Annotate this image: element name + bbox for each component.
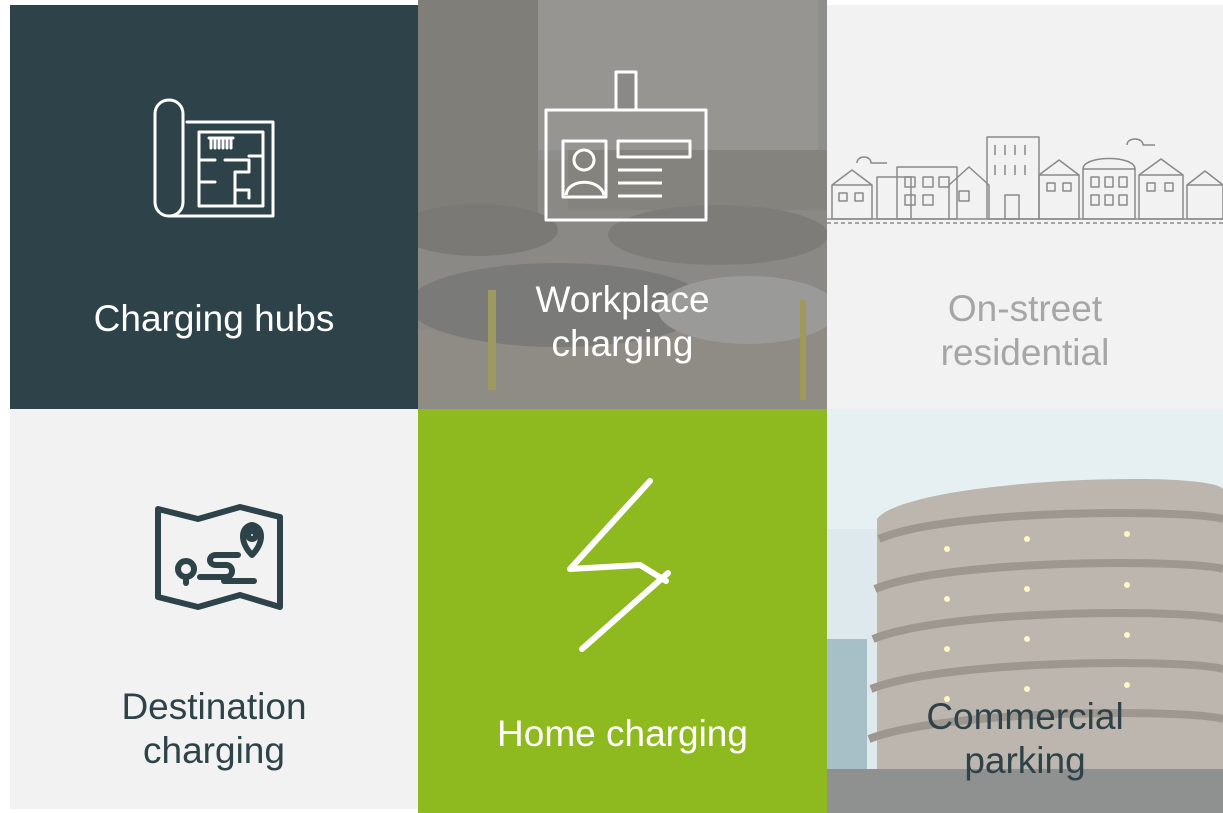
tile-label: Workplace charging	[535, 279, 710, 365]
map-route-icon	[154, 503, 284, 611]
tile-on-street-residential[interactable]: On-street residential	[827, 5, 1223, 409]
tile-commercial-parking[interactable]: Commercial parking	[827, 409, 1223, 813]
tile-home-charging[interactable]: Home charging	[418, 409, 827, 813]
tile-label: Charging hubs	[93, 298, 335, 339]
tile-label: On-street residential	[940, 288, 1110, 374]
lightning-bolt-icon	[564, 477, 674, 653]
tile-label: Home charging	[497, 713, 748, 754]
tile-label: Destination charging	[121, 686, 307, 772]
blueprint-icon	[153, 98, 281, 222]
tile-destination-charging[interactable]: Destination charging	[10, 409, 418, 809]
tile-label: Commercial parking	[926, 696, 1124, 782]
houses-street-icon	[827, 115, 1223, 245]
id-badge-icon	[544, 70, 708, 222]
tile-workplace-charging[interactable]: Workplace charging	[418, 0, 827, 409]
tile-charging-hubs[interactable]: Charging hubs	[10, 5, 418, 409]
